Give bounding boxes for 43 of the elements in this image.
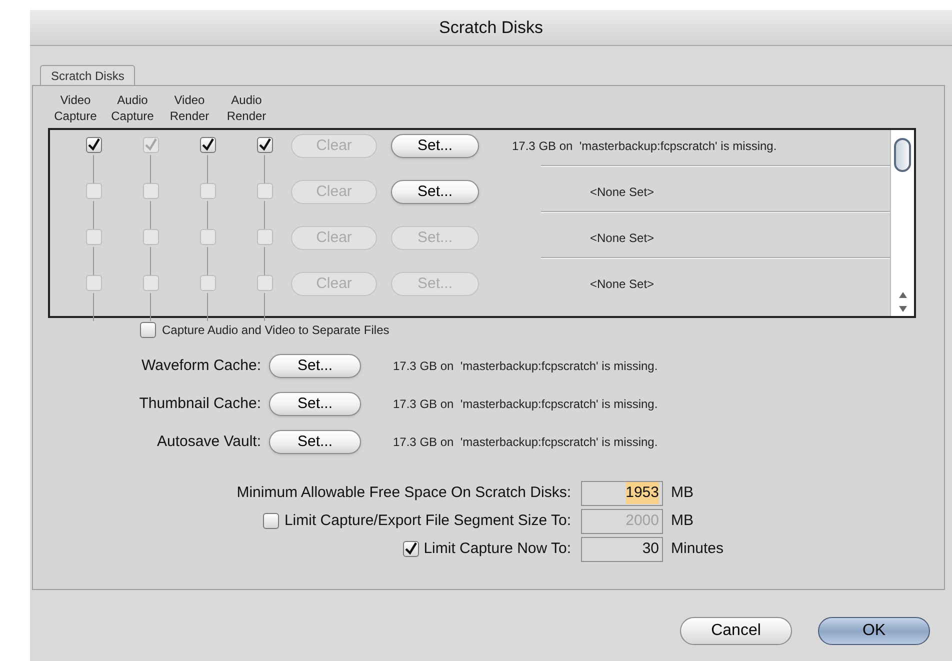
- field-label: Minimum Allowable Free Space On Scratch Disks:: [236, 482, 571, 503]
- field-label: Limit Capture/Export File Segment Size To:: [284, 510, 571, 531]
- disk-status: <None Set>: [590, 276, 654, 293]
- column-header: Video: [173, 92, 206, 108]
- field-label: Limit Capture Now To:: [424, 538, 571, 559]
- disk-status: 17.3 GB on 'masterbackup:fcpscratch' is missing.: [512, 138, 777, 155]
- column-header: Audio: [116, 92, 149, 108]
- checkbox[interactable]: [402, 541, 419, 557]
- column-header: Render: [226, 108, 268, 124]
- cancel-button[interactable]: Cancel: [680, 617, 792, 645]
- scroll-thumb[interactable]: [894, 138, 911, 172]
- tab[interactable]: Scratch Disks: [40, 65, 136, 85]
- unit-label: MB: [671, 482, 694, 503]
- checkbox[interactable]: [86, 137, 102, 153]
- set-button[interactable]: Set...: [391, 180, 479, 204]
- window-title: Scratch Disks: [439, 16, 543, 39]
- unit-label: MB: [671, 510, 694, 531]
- number-field[interactable]: 1953: [581, 480, 663, 506]
- column-header: Render: [168, 108, 210, 124]
- disk-status: <None Set>: [590, 184, 654, 201]
- field-label: Waveform Cache:: [140, 356, 261, 376]
- column-header: Capture: [53, 108, 98, 124]
- set-button[interactable]: Set...: [269, 392, 361, 416]
- set-button[interactable]: Set...: [391, 134, 479, 158]
- set-button[interactable]: Set...: [269, 354, 361, 378]
- cache-status: 17.3 GB on 'masterbackup:fcpscratch' is missing.: [393, 358, 658, 375]
- number-field[interactable]: 30: [581, 536, 663, 562]
- checkbox[interactable]: [140, 322, 156, 338]
- ok-button[interactable]: OK: [818, 617, 930, 645]
- field-label: Thumbnail Cache:: [138, 394, 261, 414]
- cache-status: 17.3 GB on 'masterbackup:fcpscratch' is missing.: [393, 434, 658, 451]
- field-label: Autosave Vault:: [156, 432, 261, 452]
- checkbox[interactable]: [256, 137, 272, 153]
- column-header: Video: [59, 92, 92, 108]
- checkbox[interactable]: [200, 137, 216, 153]
- set-button[interactable]: Set...: [269, 430, 361, 454]
- scrollbar[interactable]: [890, 130, 914, 316]
- checkbox-label: Capture Audio and Video to Separate Files: [162, 322, 390, 339]
- column-header: Capture: [110, 108, 155, 124]
- cache-status: 17.3 GB on 'masterbackup:fcpscratch' is missing.: [393, 396, 658, 413]
- column-header: Audio: [230, 92, 263, 108]
- disk-status: <None Set>: [590, 230, 654, 247]
- unit-label: Minutes: [671, 538, 724, 559]
